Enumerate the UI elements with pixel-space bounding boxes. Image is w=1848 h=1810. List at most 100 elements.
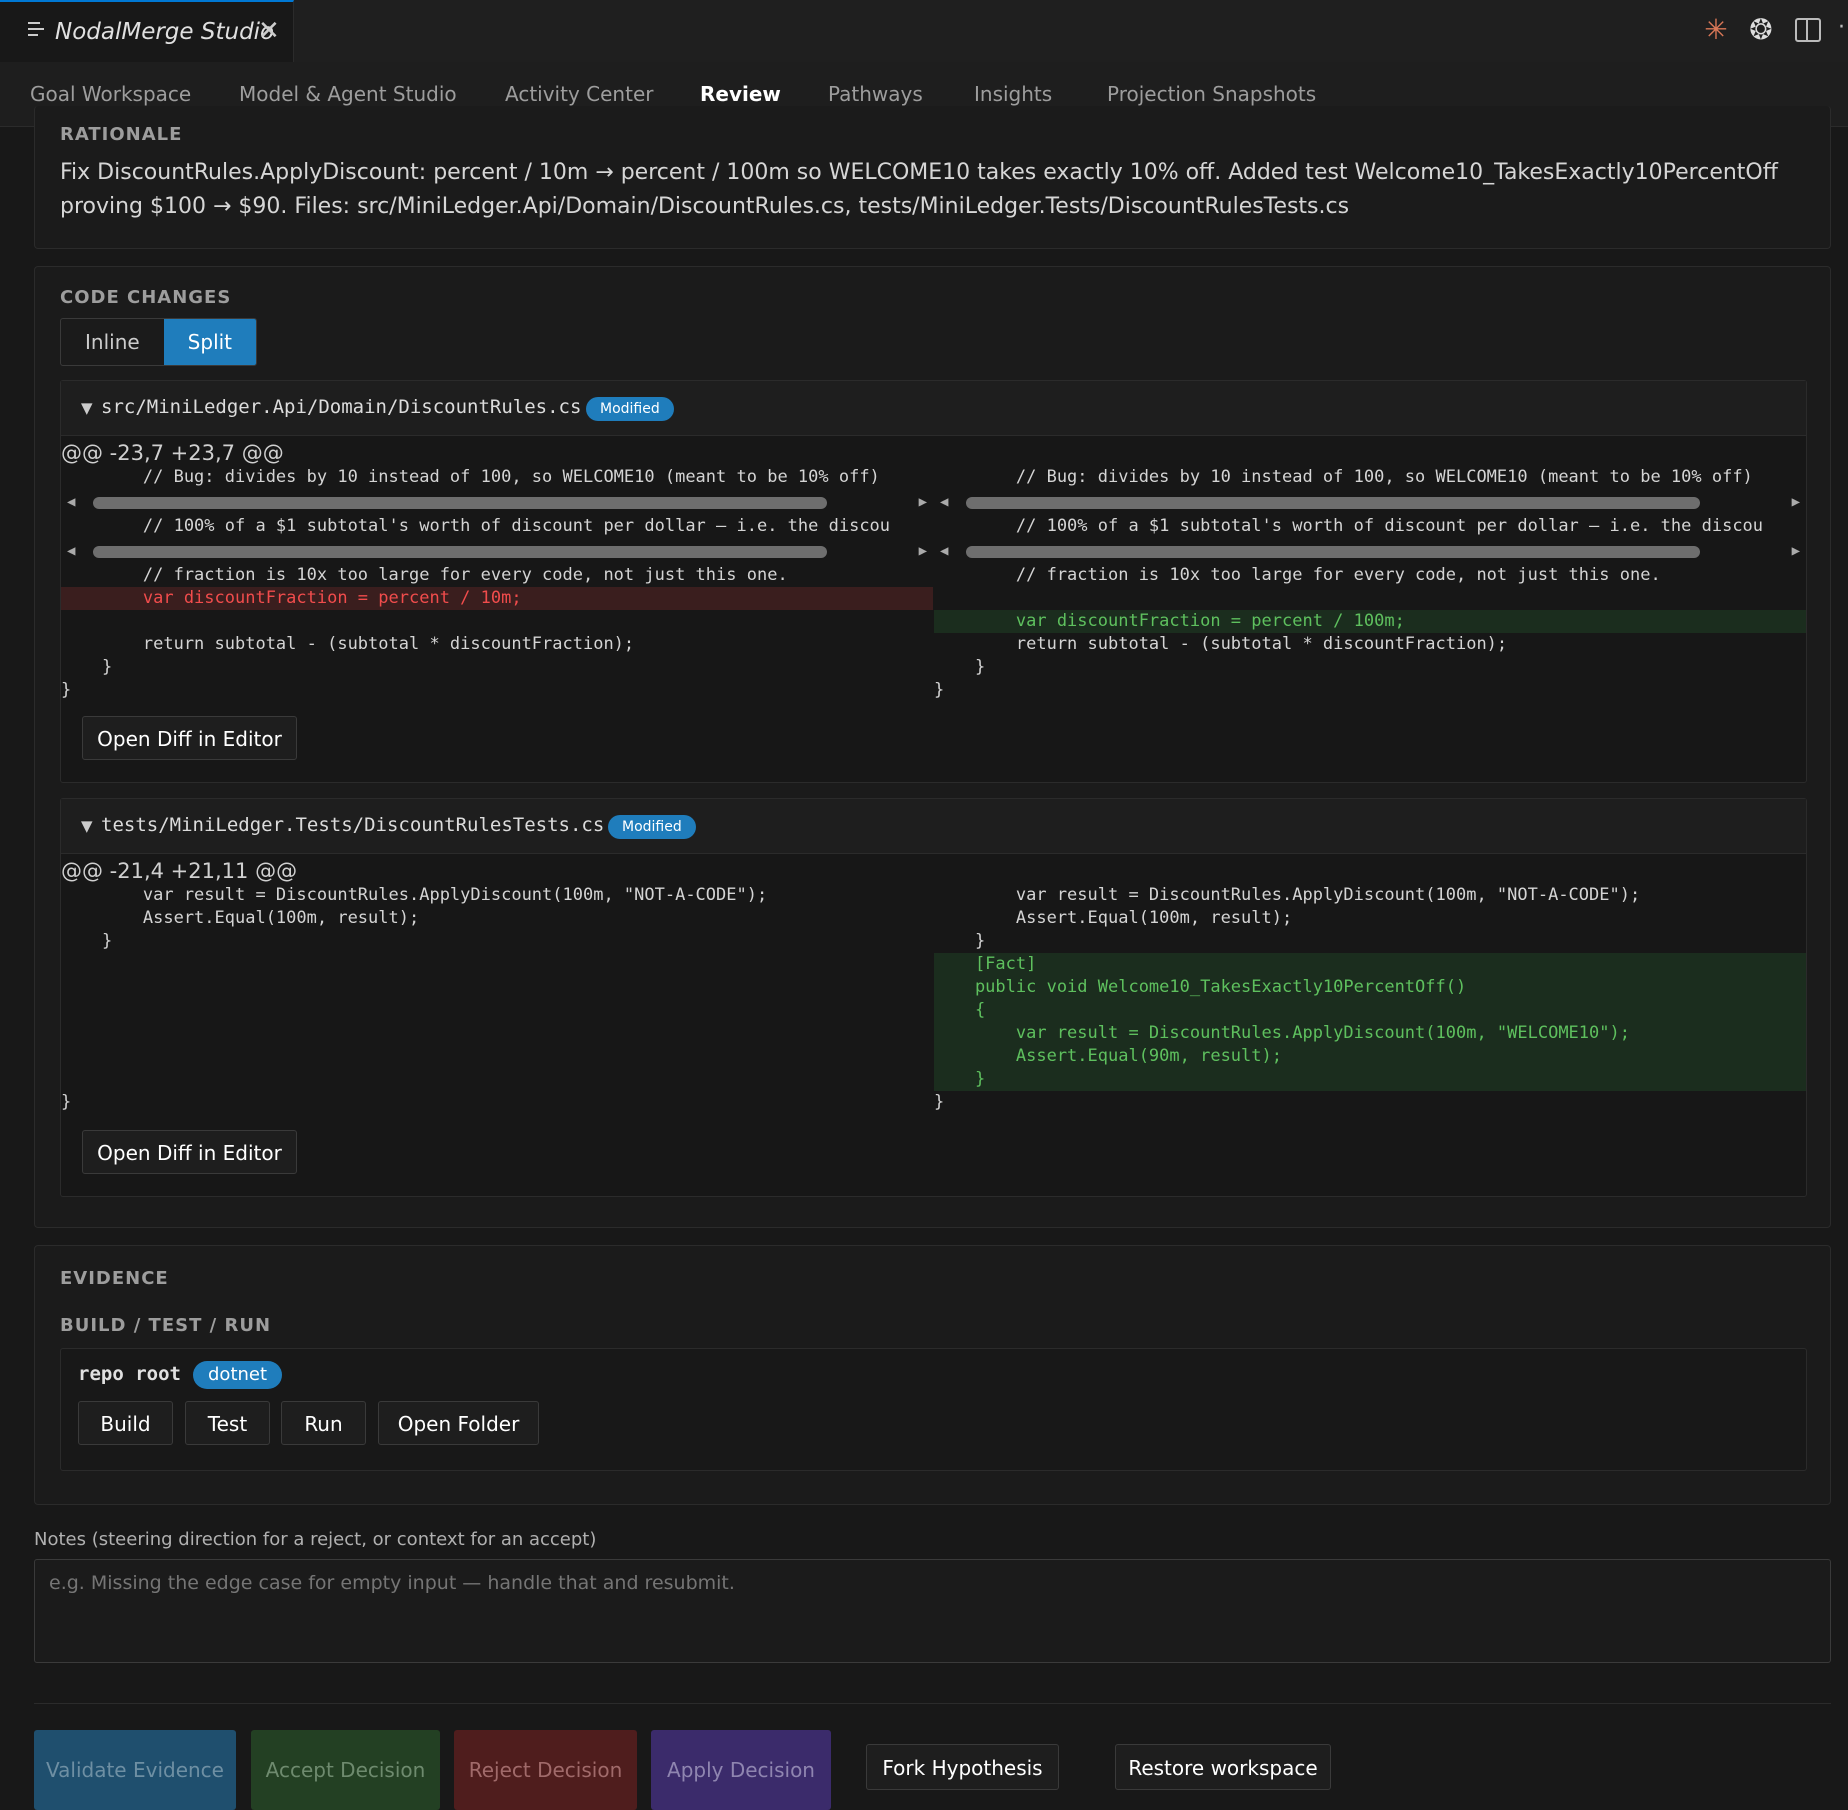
editor-tab[interactable]: NodalMerge Studio ✕	[0, 0, 294, 62]
divider	[34, 1703, 1831, 1704]
hunk-header: @@ -23,7 +23,7 @@	[61, 441, 284, 465]
code-line: // 100% of a $1 subtotal's worth of disc…	[61, 516, 891, 536]
fork-hypothesis-button[interactable]: Fork Hypothesis	[866, 1744, 1059, 1790]
rationale-text: Fix DiscountRules.ApplyDiscount: percent…	[60, 160, 1778, 219]
code-line: }	[934, 1092, 945, 1112]
reject-decision-button[interactable]: Reject Decision	[454, 1730, 637, 1810]
rationale-heading: RATIONALE	[60, 124, 183, 145]
notes-textarea[interactable]	[34, 1559, 1831, 1663]
code-line: // fraction is 10x too large for every c…	[61, 565, 788, 585]
horizontal-scrollbar[interactable]: ◀ ▶	[61, 540, 933, 562]
tab-insights[interactable]: Insights	[974, 82, 1052, 106]
claude-sparkle-icon[interactable]: ✳	[1700, 14, 1732, 46]
scroll-thumb[interactable]	[966, 546, 1700, 558]
diff-right-pane: // Bug: divides by 10 instead of 100, so…	[934, 466, 1806, 706]
file-path: tests/MiniLedger.Tests/DiscountRulesTest…	[101, 814, 605, 836]
scroll-left-icon[interactable]: ◀	[940, 540, 948, 562]
collapse-triangle-icon[interactable]: ▼	[81, 399, 93, 417]
panel-toggle-icon[interactable]	[1792, 14, 1824, 46]
evidence-heading: EVIDENCE	[60, 1268, 169, 1289]
tab-model-agent-studio[interactable]: Model & Agent Studio	[239, 82, 457, 106]
file-diff-header[interactable]: ▼ tests/MiniLedger.Tests/DiscountRulesTe…	[61, 799, 1806, 854]
build-environment: repo root dotnet Build Test Run Open Fol…	[60, 1348, 1807, 1471]
title-bar: NodalMerge Studio ✕ ✳ ❂ ·	[0, 0, 1848, 63]
build-button[interactable]: Build	[78, 1401, 173, 1445]
scroll-right-icon[interactable]: ▶	[919, 491, 927, 513]
scroll-thumb[interactable]	[93, 546, 827, 558]
code-line: // Bug: divides by 10 instead of 100, so…	[934, 467, 1753, 487]
evidence-section: EVIDENCE BUILD / TEST / RUN repo root do…	[34, 1245, 1831, 1505]
added-line: [Fact]	[934, 953, 1806, 976]
tab-title: NodalMerge Studio	[55, 19, 275, 45]
file-diff: ▼ tests/MiniLedger.Tests/DiscountRulesTe…	[60, 798, 1807, 1197]
horizontal-scrollbar[interactable]: ◀ ▶	[934, 491, 1806, 513]
test-button[interactable]: Test	[185, 1401, 270, 1445]
tool-badge: dotnet	[193, 1361, 283, 1389]
restore-workspace-button[interactable]: Restore workspace	[1115, 1744, 1331, 1790]
horizontal-scrollbar[interactable]: ◀ ▶	[61, 491, 933, 513]
code-line: return subtotal - (subtotal * discountFr…	[61, 634, 635, 654]
scroll-right-icon[interactable]: ▶	[1792, 491, 1800, 513]
tab-review[interactable]: Review	[700, 82, 781, 106]
added-line: {	[934, 999, 1806, 1022]
close-icon[interactable]: ✕	[258, 16, 280, 46]
code-line: }	[61, 931, 113, 951]
apply-decision-button[interactable]: Apply Decision	[651, 1730, 831, 1810]
added-line: Assert.Equal(90m, result);	[934, 1045, 1806, 1068]
deleted-line: var discountFraction = percent / 10m;	[61, 587, 933, 610]
code-line: }	[61, 680, 72, 700]
code-line: Assert.Equal(100m, result);	[934, 908, 1293, 928]
open-diff-button[interactable]: Open Diff in Editor	[82, 716, 297, 760]
tab-goal-workspace[interactable]: Goal Workspace	[30, 82, 191, 106]
code-line: }	[61, 1092, 72, 1112]
diff-left-pane: // Bug: divides by 10 instead of 100, so…	[61, 466, 933, 706]
scroll-left-icon[interactable]: ◀	[67, 491, 75, 513]
collapse-triangle-icon[interactable]: ▼	[81, 817, 93, 835]
code-line: // 100% of a $1 subtotal's worth of disc…	[934, 516, 1764, 536]
code-line: var result = DiscountRules.ApplyDiscount…	[61, 885, 768, 905]
code-line: }	[934, 931, 986, 951]
open-folder-button[interactable]: Open Folder	[378, 1401, 539, 1445]
more-icon[interactable]: ·	[1838, 15, 1845, 40]
file-diff: ▼ src/MiniLedger.Api/Domain/DiscountRule…	[60, 380, 1807, 783]
added-line: }	[934, 1068, 1806, 1091]
diff-left-pane: var result = DiscountRules.ApplyDiscount…	[61, 884, 933, 1114]
build-test-run-heading: BUILD / TEST / RUN	[60, 1315, 272, 1336]
file-diff-header[interactable]: ▼ src/MiniLedger.Api/Domain/DiscountRule…	[61, 381, 1806, 436]
accept-decision-button[interactable]: Accept Decision	[251, 1730, 440, 1810]
run-button[interactable]: Run	[281, 1401, 366, 1445]
open-diff-button[interactable]: Open Diff in Editor	[82, 1130, 297, 1174]
scroll-right-icon[interactable]: ▶	[1792, 540, 1800, 562]
scroll-left-icon[interactable]: ◀	[940, 491, 948, 513]
scroll-left-icon[interactable]: ◀	[67, 540, 75, 562]
file-path: src/MiniLedger.Api/Domain/DiscountRules.…	[101, 396, 582, 418]
tab-activity-center[interactable]: Activity Center	[505, 82, 653, 106]
code-line: return subtotal - (subtotal * discountFr…	[934, 634, 1508, 654]
validate-evidence-button[interactable]: Validate Evidence	[34, 1730, 236, 1810]
added-line: public void Welcome10_TakesExactly10Perc…	[934, 976, 1806, 999]
tab-projection-snapshots[interactable]: Projection Snapshots	[1107, 82, 1316, 106]
status-badge: Modified	[586, 397, 674, 421]
hunk-header: @@ -21,4 +21,11 @@	[61, 859, 298, 883]
tab-pathways[interactable]: Pathways	[828, 82, 923, 106]
openai-icon[interactable]: ❂	[1745, 14, 1777, 46]
added-line: var discountFraction = percent / 100m;	[934, 610, 1806, 633]
added-line: var result = DiscountRules.ApplyDiscount…	[934, 1022, 1806, 1045]
code-line: // Bug: divides by 10 instead of 100, so…	[61, 467, 880, 487]
scroll-thumb[interactable]	[966, 497, 1700, 509]
horizontal-scrollbar[interactable]: ◀ ▶	[934, 540, 1806, 562]
code-changes-section: CODE CHANGES Inline Split ▼ src/MiniLedg…	[34, 266, 1831, 1228]
status-badge: Modified	[608, 815, 696, 839]
rationale-section: RATIONALE Fix DiscountRules.ApplyDiscoun…	[34, 106, 1831, 249]
inline-view-button[interactable]: Inline	[61, 319, 164, 365]
scroll-right-icon[interactable]: ▶	[919, 540, 927, 562]
scroll-thumb[interactable]	[93, 497, 827, 509]
menu-icon[interactable]	[28, 22, 44, 40]
code-line: }	[61, 657, 113, 677]
code-line: // fraction is 10x too large for every c…	[934, 565, 1661, 585]
split-view-button[interactable]: Split	[163, 319, 257, 365]
view-mode-toggle: Inline Split	[60, 318, 258, 366]
code-line: }	[934, 680, 945, 700]
